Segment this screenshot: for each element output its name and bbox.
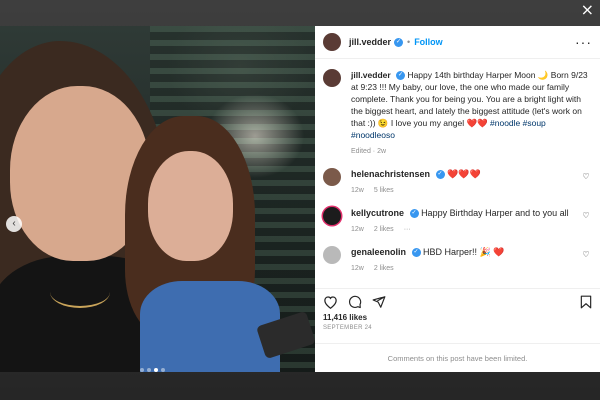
heart-icon[interactable] (323, 295, 338, 309)
comment-item: helenachristensen ✓ ❤️❤️❤️ 12w 5 likes ♡ (323, 168, 592, 197)
like-comment-icon[interactable]: ♡ (580, 211, 592, 236)
header-separator: • (407, 37, 411, 47)
comment-age: 12w (351, 187, 364, 194)
carousel-dot-active (154, 368, 158, 372)
comments-limited-notice: Comments on this post have been limited. (315, 343, 600, 372)
more-options-icon[interactable]: ··· (575, 34, 592, 50)
likes-count[interactable]: 11,416 likes (323, 313, 592, 322)
comment-age: 12w (351, 226, 364, 233)
follow-button[interactable]: Follow (414, 37, 443, 47)
verified-badge-icon: ✓ (411, 248, 421, 258)
comment-age: 12w (351, 265, 364, 272)
post-media: ‹ (0, 26, 315, 372)
post-side-panel: jill.vedder ✓ • Follow ··· jill.vedder ✓… (315, 26, 600, 372)
avatar[interactable] (323, 168, 341, 186)
comments-list[interactable]: jill.vedder ✓ Happy 14th birthday Harper… (315, 59, 600, 297)
comment-text: HBD Harper!! 🎉 ❤️ (423, 247, 505, 257)
photo-subject-girl (148, 151, 233, 261)
carousel-dot (147, 368, 151, 372)
comment-item: genaleenolin ✓ HBD Harper!! 🎉 ❤️ 12w 2 l… (323, 246, 592, 275)
carousel-dot (140, 368, 144, 372)
comment-username[interactable]: kellycutrone (351, 208, 404, 218)
comment-text: ❤️❤️❤️ (447, 169, 481, 179)
like-comment-icon[interactable]: ♡ (580, 250, 592, 275)
comment-likes[interactable]: 2 likes (374, 263, 394, 275)
comment-more-icon[interactable]: ··· (404, 224, 411, 236)
comment-username[interactable]: genaleenolin (351, 247, 406, 257)
photo-necklace (50, 276, 110, 308)
verified-badge-icon: ✓ (394, 37, 404, 47)
avatar[interactable] (323, 207, 341, 225)
close-icon[interactable]: × (581, 2, 594, 18)
comment-likes[interactable]: 5 likes (374, 185, 394, 197)
post-modal: ‹ jill.vedder ✓ • Follow ··· jill.vedder… (0, 26, 600, 372)
avatar[interactable] (323, 69, 341, 87)
verified-badge-icon: ✓ (409, 209, 419, 219)
bookmark-icon[interactable] (580, 295, 592, 309)
verified-badge-icon: ✓ (396, 71, 406, 81)
avatar[interactable] (323, 246, 341, 264)
like-comment-icon[interactable]: ♡ (580, 172, 592, 197)
comment-username[interactable]: helenachristensen (351, 169, 430, 179)
post-header: jill.vedder ✓ • Follow ··· (315, 26, 600, 59)
verified-badge-icon: ✓ (435, 170, 445, 180)
carousel-dots (140, 368, 165, 372)
post-date: SEPTEMBER 24 (323, 325, 372, 331)
post-actions: 11,416 likes SEPTEMBER 24 (315, 288, 600, 337)
caption-meta: Edited · 2w (351, 148, 387, 155)
comment-icon[interactable] (348, 295, 362, 309)
share-icon[interactable] (372, 295, 386, 309)
caption-username[interactable]: jill.vedder (351, 70, 391, 80)
comment-likes[interactable]: 2 likes (374, 224, 394, 236)
avatar[interactable] (323, 33, 341, 51)
comment-item: kellycutrone ✓ Happy Birthday Harper and… (323, 207, 592, 236)
carousel-dot (161, 368, 165, 372)
comment-text: Happy Birthday Harper and to you all (421, 208, 569, 218)
carousel-prev-button[interactable]: ‹ (6, 216, 22, 232)
caption: jill.vedder ✓ Happy 14th birthday Harper… (323, 69, 592, 158)
header-username[interactable]: jill.vedder (349, 37, 391, 47)
